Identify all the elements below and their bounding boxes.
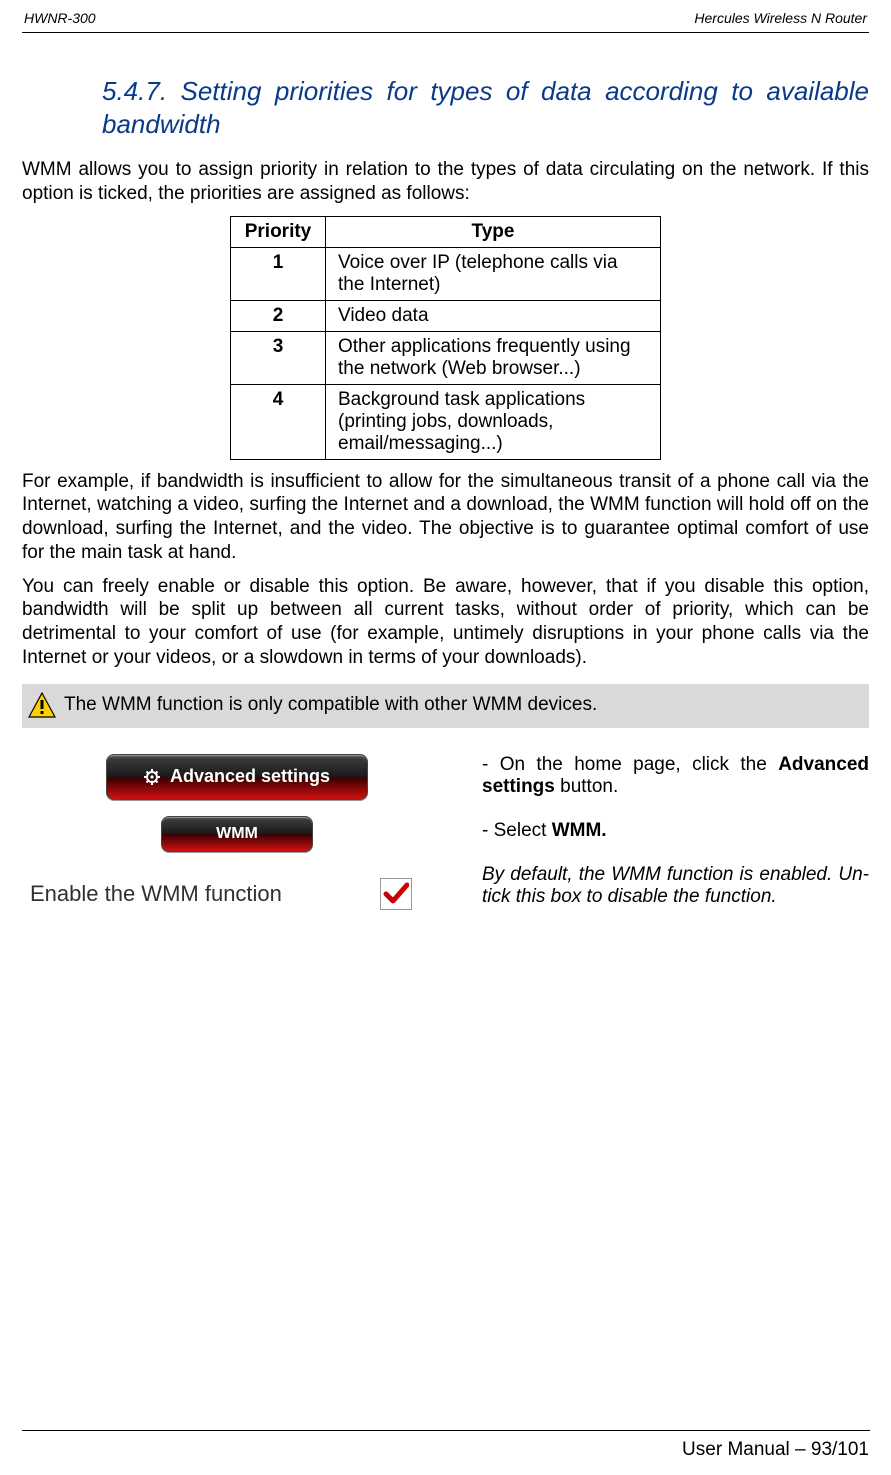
cell-type: Other applications frequently using the … [326, 331, 661, 384]
cell-priority: 2 [231, 300, 326, 331]
advanced-settings-button[interactable]: Advanced settings [106, 754, 368, 800]
cell-type: Background task applications (printing j… [326, 384, 661, 459]
page-header: HWNR-300 Hercules Wireless N Router [22, 10, 869, 33]
table-row: 2 Video data [231, 300, 661, 331]
warning-icon [28, 692, 56, 718]
callout-text: The WMM function is only compatible with… [64, 694, 597, 716]
disable-paragraph: You can freely enable or disable this op… [22, 575, 869, 670]
section-title: 5.4.7. Setting priorities for types of d… [102, 75, 869, 140]
step-two: - Select WMM. [482, 820, 869, 842]
cell-priority: 1 [231, 247, 326, 300]
table-row: 4 Background task applications (printing… [231, 384, 661, 459]
enable-wmm-label: Enable the WMM function [30, 881, 282, 907]
cell-type: Video data [326, 300, 661, 331]
advanced-settings-label: Advanced settings [170, 766, 330, 787]
header-left: HWNR-300 [24, 10, 96, 26]
enable-wmm-row: Enable the WMM function [22, 874, 452, 914]
table-row: 1 Voice over IP (telephone calls via the… [231, 247, 661, 300]
priority-table: Priority Type 1 Voice over IP (telephone… [230, 216, 661, 460]
intro-paragraph: WMM allows you to assign priority in rel… [22, 158, 869, 206]
footer-rule [22, 1430, 870, 1431]
step-two-prefix: - Select [482, 820, 552, 841]
step-three: By default, the WMM function is enabled.… [482, 864, 869, 908]
cell-priority: 3 [231, 331, 326, 384]
step-one-suffix: button. [555, 776, 618, 797]
gear-icon [144, 769, 160, 785]
step-one: - On the home page, click the Advanced s… [482, 754, 869, 798]
step-two-bold: WMM. [552, 820, 607, 841]
header-right: Hercules Wireless N Router [694, 10, 867, 26]
example-paragraph: For example, if bandwidth is insufficien… [22, 470, 869, 565]
th-priority: Priority [231, 216, 326, 247]
wmm-button[interactable]: WMM [161, 816, 313, 852]
cell-priority: 4 [231, 384, 326, 459]
callout-box: The WMM function is only compatible with… [22, 684, 869, 728]
page-footer: User Manual – 93/101 [682, 1439, 869, 1461]
th-type: Type [326, 216, 661, 247]
wmm-button-label: WMM [216, 825, 258, 843]
enable-wmm-checkbox[interactable] [380, 878, 412, 910]
table-row: 3 Other applications frequently using th… [231, 331, 661, 384]
step-one-prefix: - On the home page, click the [482, 754, 778, 775]
cell-type: Voice over IP (telephone calls via the I… [326, 247, 661, 300]
